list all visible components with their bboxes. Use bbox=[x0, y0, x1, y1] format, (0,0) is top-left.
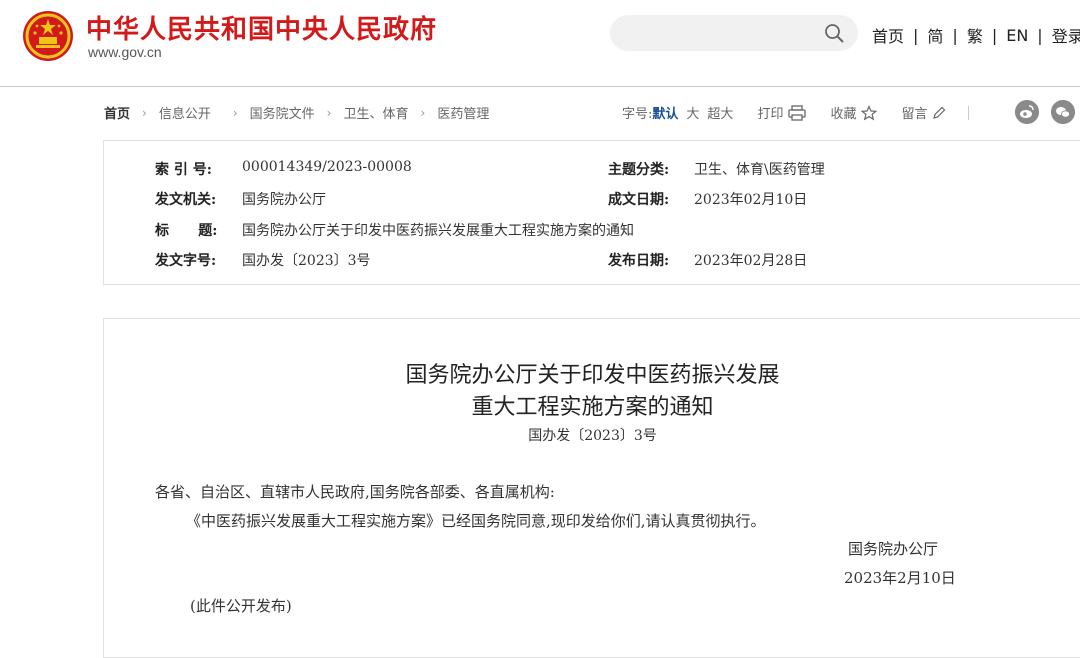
breadcrumb-medicine[interactable]: 医药管理 bbox=[437, 103, 489, 122]
font-size-large[interactable]: 大 bbox=[686, 103, 699, 122]
chevron-right-icon: › bbox=[232, 105, 238, 120]
breadcrumb: 首页 › 信息公开 › 国务院文件 › 卫生、体育 › 医药管理 bbox=[104, 103, 489, 123]
breadcrumb-home[interactable]: 首页 bbox=[104, 103, 130, 122]
title-label: 标 题: bbox=[155, 223, 218, 239]
wechat-icon[interactable] bbox=[1051, 100, 1075, 124]
font-size-label: 字号: bbox=[622, 107, 653, 122]
weibo-icon[interactable] bbox=[1015, 100, 1039, 124]
breadcrumb-health-sports[interactable]: 卫生、体育 bbox=[343, 103, 408, 122]
breadcrumb-state-council-docs[interactable]: 国务院文件 bbox=[250, 103, 315, 122]
font-size-default[interactable]: 默认 bbox=[652, 103, 678, 122]
nav-separator: | bbox=[913, 25, 919, 45]
header-divider bbox=[0, 86, 1080, 87]
title-value: 国务院办公厅关于印发中医药振兴发展重大工程实施方案的通知 bbox=[242, 223, 634, 239]
pencil-icon bbox=[933, 106, 946, 119]
breadcrumb-info[interactable]: 信息公开 bbox=[159, 103, 211, 122]
favorite-label: 收藏 bbox=[830, 107, 857, 122]
document-metadata: 索 引 号: 000014349/2023-00008 主题分类: 卫生、体育\… bbox=[103, 140, 1080, 285]
nav-english[interactable]: EN bbox=[1006, 26, 1028, 45]
created-date-label: 成文日期: bbox=[608, 192, 670, 208]
document-title-line2: 重大工程实施方案的通知 bbox=[471, 395, 714, 420]
document-title-line1: 国务院办公厅关于印发中医药振兴发展 bbox=[405, 363, 780, 388]
favorite-button[interactable]: 收藏 bbox=[830, 103, 878, 122]
index-label: 索 引 号: bbox=[155, 162, 212, 178]
national-emblem-icon[interactable] bbox=[22, 10, 74, 62]
nav-home[interactable]: 首页 bbox=[872, 23, 904, 47]
chevron-right-icon: › bbox=[326, 105, 332, 120]
document-signature: 国务院办公厅 bbox=[848, 540, 939, 558]
created-date-value: 2023年02月10日 bbox=[694, 192, 808, 208]
nav-separator: | bbox=[952, 25, 958, 45]
nav-simplified[interactable]: 简 bbox=[927, 23, 943, 47]
tools-separator bbox=[968, 105, 970, 120]
chevron-right-icon: › bbox=[420, 105, 426, 120]
search-bar[interactable] bbox=[610, 15, 858, 51]
issuer-value: 国务院办公厅 bbox=[242, 192, 326, 208]
comment-label: 留言 bbox=[901, 107, 928, 122]
chevron-right-icon: › bbox=[142, 105, 147, 120]
category-value: 卫生、体育\医药管理 bbox=[694, 162, 825, 178]
document-body-text: 《中医药振兴发展重大工程实施方案》已经国务院同意,现印发给你们,请认真贯彻执行。 bbox=[186, 512, 766, 530]
site-header: 中华人民共和国中央人民政府 www.gov.cn 首页 | 简 | 繁 | EN… bbox=[0, 0, 1080, 86]
page-tools: 字号: 默认 大 超大 打印 收藏 留言 bbox=[622, 103, 970, 122]
font-size-xlarge[interactable]: 超大 bbox=[707, 103, 733, 122]
search-icon[interactable] bbox=[824, 23, 844, 43]
published-date-value: 2023年02月28日 bbox=[694, 253, 808, 269]
site-title[interactable]: 中华人民共和国中央人民政府 bbox=[86, 9, 437, 46]
print-label: 打印 bbox=[757, 107, 784, 122]
published-date-label: 发布日期: bbox=[608, 253, 670, 269]
doc-number-label: 发文字号: bbox=[155, 253, 217, 269]
document-number: 国办发〔2023〕3号 bbox=[528, 428, 657, 444]
print-icon bbox=[788, 104, 807, 121]
document-note: (此件公开发布) bbox=[190, 597, 292, 615]
category-label: 主题分类: bbox=[608, 162, 670, 178]
star-icon bbox=[861, 104, 878, 120]
nav-separator: | bbox=[991, 25, 998, 45]
index-value: 000014349/2023-00008 bbox=[242, 159, 412, 175]
nav-login[interactable]: 登录 bbox=[1052, 23, 1080, 47]
nav-separator: | bbox=[1037, 25, 1043, 45]
doc-number-value: 国办发〔2023〕3号 bbox=[242, 253, 371, 269]
comment-button[interactable]: 留言 bbox=[901, 103, 946, 122]
nav-traditional[interactable]: 繁 bbox=[967, 23, 983, 47]
document-body: 国务院办公厅关于印发中医药振兴发展 重大工程实施方案的通知 国办发〔2023〕3… bbox=[103, 318, 1080, 658]
document-salutation: 各省、自治区、直辖市人民政府,国务院各部委、各直属机构: bbox=[155, 483, 555, 501]
site-url[interactable]: www.gov.cn bbox=[88, 44, 162, 60]
issuer-label: 发文机关: bbox=[155, 192, 217, 208]
document-sign-date: 2023年2月10日 bbox=[844, 569, 956, 587]
top-nav: 首页 | 简 | 繁 | EN | 登录 bbox=[872, 23, 1080, 47]
print-button[interactable]: 打印 bbox=[757, 103, 807, 122]
